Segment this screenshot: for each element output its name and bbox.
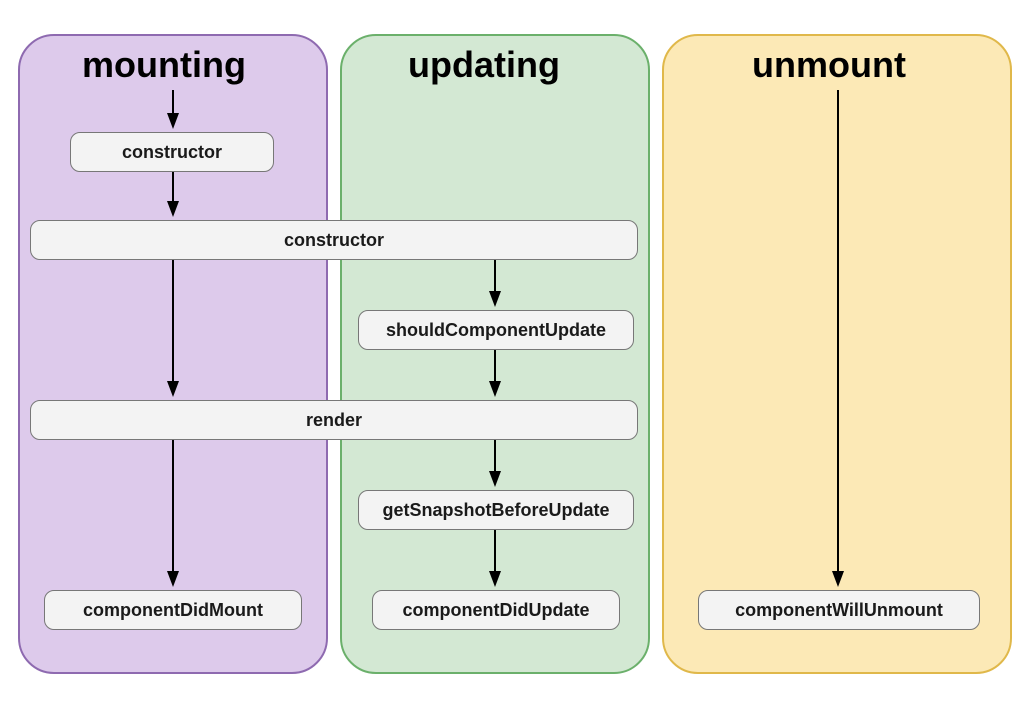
arrows-layer [0,0,1024,701]
lifecycle-diagram: mounting updating unmount constructor co… [0,0,1024,701]
